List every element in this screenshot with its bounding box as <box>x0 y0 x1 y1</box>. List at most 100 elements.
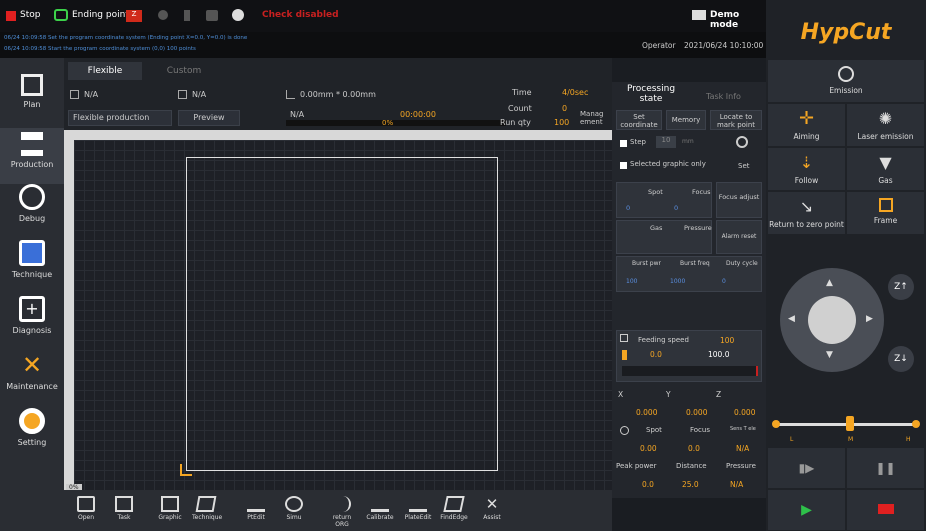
sidebar-item-plan[interactable]: Plan <box>0 74 64 130</box>
tab-flexible[interactable]: Flexible <box>68 62 142 80</box>
button-label: return ORG <box>332 514 352 528</box>
laser-emission-button[interactable]: ✺ Laser emission <box>847 104 924 146</box>
tab-custom[interactable]: Custom <box>154 62 214 80</box>
step-checkbox[interactable] <box>620 140 627 147</box>
file-icon <box>70 90 79 99</box>
operator-label: Operator <box>642 41 676 50</box>
sidebar-item-technique[interactable]: Technique <box>0 240 64 296</box>
sidebar-item-maintenance[interactable]: ✕ Maintenance <box>0 352 64 408</box>
button-label: Locate to mark point <box>716 113 756 129</box>
info-bar: N/A N/A 0.00mm * 0.00mm Flexible product… <box>68 86 614 130</box>
plateedit-button[interactable]: PlateEdit <box>404 496 432 521</box>
focus-adjust-button[interactable]: Focus adjust <box>716 182 762 218</box>
arrow-up-icon[interactable]: ▲ <box>826 278 833 288</box>
time-value: 4/0sec <box>562 88 589 97</box>
datetime: 2021/06/24 10:10:00 <box>684 41 764 50</box>
button-label: Technique <box>192 514 223 521</box>
feeding-speed-label: Feeding speed <box>638 336 689 344</box>
button-label: PlateEdit <box>404 514 432 521</box>
burst-freq-value[interactable]: 1000 <box>670 278 685 285</box>
frame-button[interactable]: Frame <box>847 192 924 234</box>
button-label: Task <box>117 514 131 521</box>
alarm-reset-button[interactable]: Alarm reset <box>716 220 762 254</box>
locate-mark-button[interactable]: Locate to mark point <box>710 110 762 130</box>
sidebar-item-diagnosis[interactable]: + Diagnosis <box>0 296 64 352</box>
mode-dropdown[interactable]: Flexible production <box>68 110 172 126</box>
sidebar-item-production[interactable]: Production <box>0 128 64 184</box>
assist-button[interactable]: ✕ Assist <box>478 496 506 521</box>
spot2-value: 0.00 <box>640 444 657 453</box>
tab-task-info[interactable]: Task Info <box>706 92 741 101</box>
burst-freq-label: Burst freq <box>680 260 710 267</box>
sidebar-item-setting[interactable]: Setting <box>0 408 64 464</box>
open-button[interactable]: Open <box>72 496 100 521</box>
feeding-speed-value: 100 <box>720 336 735 345</box>
hand-icon[interactable] <box>206 10 218 21</box>
button-label: Assist <box>483 514 501 521</box>
button-label: Follow <box>794 176 819 185</box>
burst-power-value[interactable]: 100 <box>626 278 637 285</box>
aiming-button[interactable]: ✛ Aiming <box>768 104 845 146</box>
arrow-down-icon[interactable]: ▼ <box>826 350 833 360</box>
simu-button[interactable]: Simu <box>280 496 308 521</box>
return-origin-button[interactable]: return ORG <box>328 496 356 528</box>
pressure-label: Pressure <box>684 224 712 232</box>
emission-button[interactable]: Emission <box>768 60 924 102</box>
sidebar-item-debug[interactable]: Debug <box>0 184 64 240</box>
findedge-button[interactable]: FindEdge <box>440 496 468 521</box>
ptedit-button[interactable]: PtEdit <box>242 496 270 521</box>
return-zero-button[interactable]: ↘ Return to zero point <box>768 192 845 234</box>
stop-button[interactable] <box>847 490 924 530</box>
z-label: Z <box>716 390 722 399</box>
file-icon <box>178 90 187 99</box>
technique-button[interactable]: Technique <box>192 496 223 521</box>
check-disabled-label: Check disabled <box>262 10 339 20</box>
task-button[interactable]: Task <box>110 496 138 521</box>
step-input[interactable]: 10 <box>656 136 676 148</box>
set-gear-icon[interactable] <box>736 136 748 148</box>
z-down-button[interactable]: Z↓ <box>888 346 914 372</box>
feeding-speed-icon <box>620 334 628 342</box>
tab-processing-state[interactable]: Processing state <box>616 84 686 104</box>
speed-slider-handle[interactable] <box>846 416 854 431</box>
pin-icon[interactable] <box>184 10 190 21</box>
sidebar-item-label: Maintenance <box>6 382 58 391</box>
selected-checkbox[interactable] <box>620 162 627 169</box>
resume-button[interactable]: ▮▶ <box>768 448 845 488</box>
follow-button[interactable]: ⇣ Follow <box>768 148 845 190</box>
count-label: Count <box>508 104 532 113</box>
management-button[interactable]: Manag ement <box>580 110 612 126</box>
z-up-button[interactable]: Z↑ <box>888 274 914 300</box>
memory-dropdown[interactable]: Memory <box>666 110 706 130</box>
distance-value: 25.0 <box>682 480 699 489</box>
button-label: Emission <box>829 86 863 95</box>
set-coordinate-button[interactable]: Set coordinate <box>616 110 662 130</box>
stop-label[interactable]: Stop <box>20 10 40 20</box>
peak-value: 0.0 <box>642 480 654 489</box>
gear-icon[interactable] <box>158 10 168 20</box>
pause-button[interactable]: ❚❚ <box>847 448 924 488</box>
preview-button[interactable]: Preview <box>178 110 240 126</box>
timer-value: 00:00:00 <box>400 110 436 119</box>
pressure2-label: Pressure <box>726 462 756 470</box>
stop-icon[interactable] <box>6 11 16 21</box>
ending-point-label[interactable]: Ending point <box>72 10 129 20</box>
calibrate-button[interactable]: Calibrate <box>366 496 394 521</box>
z-lock-icon[interactable]: Z <box>126 10 142 22</box>
duty-cycle-value[interactable]: 0 <box>722 278 726 285</box>
gas-button[interactable]: ▼ Gas <box>847 148 924 190</box>
return-icon <box>333 496 351 512</box>
crosshair-icon: ✛ <box>798 108 815 129</box>
speed-h-label: H <box>906 436 911 443</box>
focus2-value: 0.0 <box>688 444 700 453</box>
circle-icon[interactable] <box>232 9 244 21</box>
graphic-button[interactable]: Graphic <box>156 496 184 521</box>
speed-m-label: M <box>848 436 854 443</box>
button-label: Return to zero point <box>769 220 844 229</box>
arrow-left-icon[interactable]: ◀ <box>788 314 795 324</box>
pause-icon: ❚❚ <box>875 461 896 475</box>
jog-center-button[interactable] <box>808 296 856 344</box>
arrow-right-icon[interactable]: ▶ <box>866 314 873 324</box>
ending-point-icon[interactable] <box>54 9 68 21</box>
start-button[interactable]: ▶ <box>768 490 845 530</box>
